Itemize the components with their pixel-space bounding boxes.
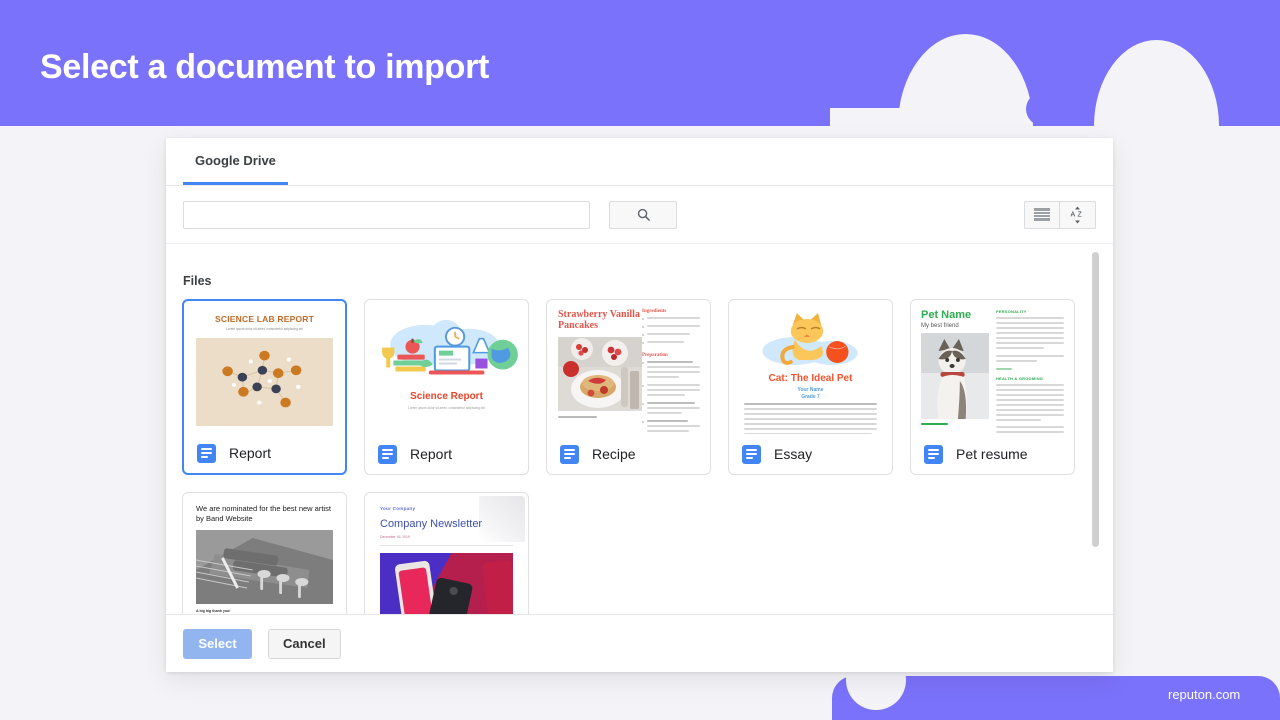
thumb-subtitle: My best friend (921, 323, 959, 329)
file-name: Report (410, 446, 453, 462)
svg-text:Z: Z (1078, 211, 1083, 218)
file-thumbnail: SCIENCE LAB REPORT Lorem ipsum dolor sit… (187, 304, 342, 433)
thumb-title: Science Report (410, 391, 483, 402)
file-card-footer: Recipe (547, 434, 710, 474)
thumb-title: Company Newsletter (380, 518, 483, 530)
file-card-recipe[interactable]: Strawberry Vanilla Pancakes Ingredients … (546, 299, 711, 475)
file-card-essay[interactable]: Cat: The Ideal Pet Your Name Grade 7 Ess… (728, 299, 893, 475)
cancel-button[interactable]: Cancel (268, 628, 341, 659)
file-name: Recipe (592, 446, 636, 462)
thumb-title: Cat: The Ideal Pet (768, 373, 853, 384)
wave-bump-right (1094, 40, 1219, 126)
file-card-newsletter[interactable]: Your Company Company Newsletter December… (364, 492, 529, 614)
thumb-illustration-cat (732, 307, 889, 373)
file-card-footer: Pet resume (911, 434, 1074, 474)
thumb-company: Your Company (380, 506, 416, 511)
scrollbar-thumb[interactable] (1092, 252, 1099, 547)
thumb-photo-dog (921, 333, 989, 419)
thumb-caption: A big big thank you! (196, 609, 231, 613)
thumb-title: Pet Name (921, 309, 972, 321)
thumb-body-text (744, 403, 877, 434)
thumb-molecule-graphic (196, 338, 333, 426)
file-name: Pet resume (956, 446, 1028, 462)
page-root: Select a document to import reputon.com … (0, 0, 1280, 720)
thumb-subtitle: Lorem ipsum dolor sit amet, consectetur … (408, 406, 485, 410)
files-area: Files SCIENCE LAB REPORT Lorem ipsum dol… (166, 244, 1113, 614)
svg-text:A: A (1071, 211, 1076, 218)
dialog-toolbar: A Z (166, 186, 1113, 244)
file-name: Report (229, 445, 272, 461)
file-card-footer: Essay (729, 434, 892, 474)
select-button-label: Select (198, 636, 237, 651)
dialog-tabbar: Google Drive (166, 138, 1113, 186)
file-thumbnail: We are nominated for the best new artist… (186, 496, 343, 614)
file-card-report-science[interactable]: Science Report Lorem ipsum dolor sit ame… (364, 299, 529, 475)
search-input[interactable] (183, 200, 590, 229)
file-thumbnail: Your Company Company Newsletter December… (368, 496, 525, 614)
thumb-heading-preparation: Preparation (642, 353, 668, 358)
import-dialog: Google Drive A Z Files SCIENCE LAB REPOR… (166, 138, 1113, 672)
thumb-title: We are nominated for the best new artist… (196, 504, 331, 523)
file-thumbnail: Strawberry Vanilla Pancakes Ingredients … (550, 303, 707, 434)
file-list-scrollbar[interactable] (1092, 244, 1107, 614)
sort-az-icon: A Z (1071, 206, 1083, 223)
thumb-heading-personality: PERSONALITY (996, 309, 1027, 314)
dialog-action-bar: Select Cancel (166, 614, 1113, 672)
thumb-photo-pancakes (558, 337, 642, 411)
google-docs-icon (197, 443, 216, 463)
google-docs-icon (742, 444, 761, 464)
thumb-date: December 16, 2019 (380, 535, 410, 539)
sort-az-button[interactable]: A Z (1060, 200, 1096, 229)
file-thumbnail: Cat: The Ideal Pet Your Name Grade 7 (732, 303, 889, 434)
page-title: Select a document to import (40, 48, 490, 86)
watermark: reputon.com (1168, 687, 1241, 702)
file-thumbnail: Science Report Lorem ipsum dolor sit ame… (368, 303, 525, 434)
thumb-photo-guitar (196, 530, 333, 604)
cancel-button-label: Cancel (283, 636, 326, 651)
view-toggle-group: A Z (1024, 200, 1096, 229)
thumb-photo-phones (380, 553, 513, 614)
google-docs-icon (560, 444, 579, 464)
thumb-author: Your Name Grade 7 (797, 387, 824, 400)
list-view-button[interactable] (1024, 200, 1060, 229)
file-card-pet-resume[interactable]: Pet Name My best friend PERSONALITY HEAL… (910, 299, 1075, 475)
thumb-title: SCIENCE LAB REPORT (215, 314, 314, 324)
thumb-title: Strawberry Vanilla Pancakes (558, 309, 640, 331)
file-card-footer: Report (365, 434, 528, 474)
file-thumbnail: Pet Name My best friend PERSONALITY HEAL… (914, 303, 1071, 434)
thumb-subtitle: Lorem ipsum dolor sit amet, consectetur … (226, 327, 303, 331)
wave-notch (1026, 92, 1060, 126)
search-icon (637, 208, 650, 221)
thumb-heading-health: HEALTH & GROOMING (996, 376, 1044, 381)
wave-bump-left (898, 34, 1033, 126)
thumb-illustration (368, 303, 525, 434)
file-name: Essay (774, 446, 813, 462)
wave-foot-left (830, 108, 910, 126)
list-view-icon (1034, 208, 1050, 221)
file-grid: SCIENCE LAB REPORT Lorem ipsum dolor sit… (182, 299, 1089, 614)
tab-label: Google Drive (195, 152, 276, 168)
select-button[interactable]: Select (183, 628, 252, 659)
files-section-label: Files (183, 274, 212, 288)
tab-google-drive[interactable]: Google Drive (183, 138, 288, 185)
google-docs-icon (378, 444, 397, 464)
file-card-footer: Report (184, 433, 345, 473)
thumb-heading-ingredients: Ingredients (642, 309, 667, 314)
file-card-band-news[interactable]: We are nominated for the best new artist… (182, 492, 347, 614)
file-card-report-lab[interactable]: SCIENCE LAB REPORT Lorem ipsum dolor sit… (182, 299, 347, 475)
search-button[interactable] (609, 200, 677, 229)
google-docs-icon (924, 444, 943, 464)
